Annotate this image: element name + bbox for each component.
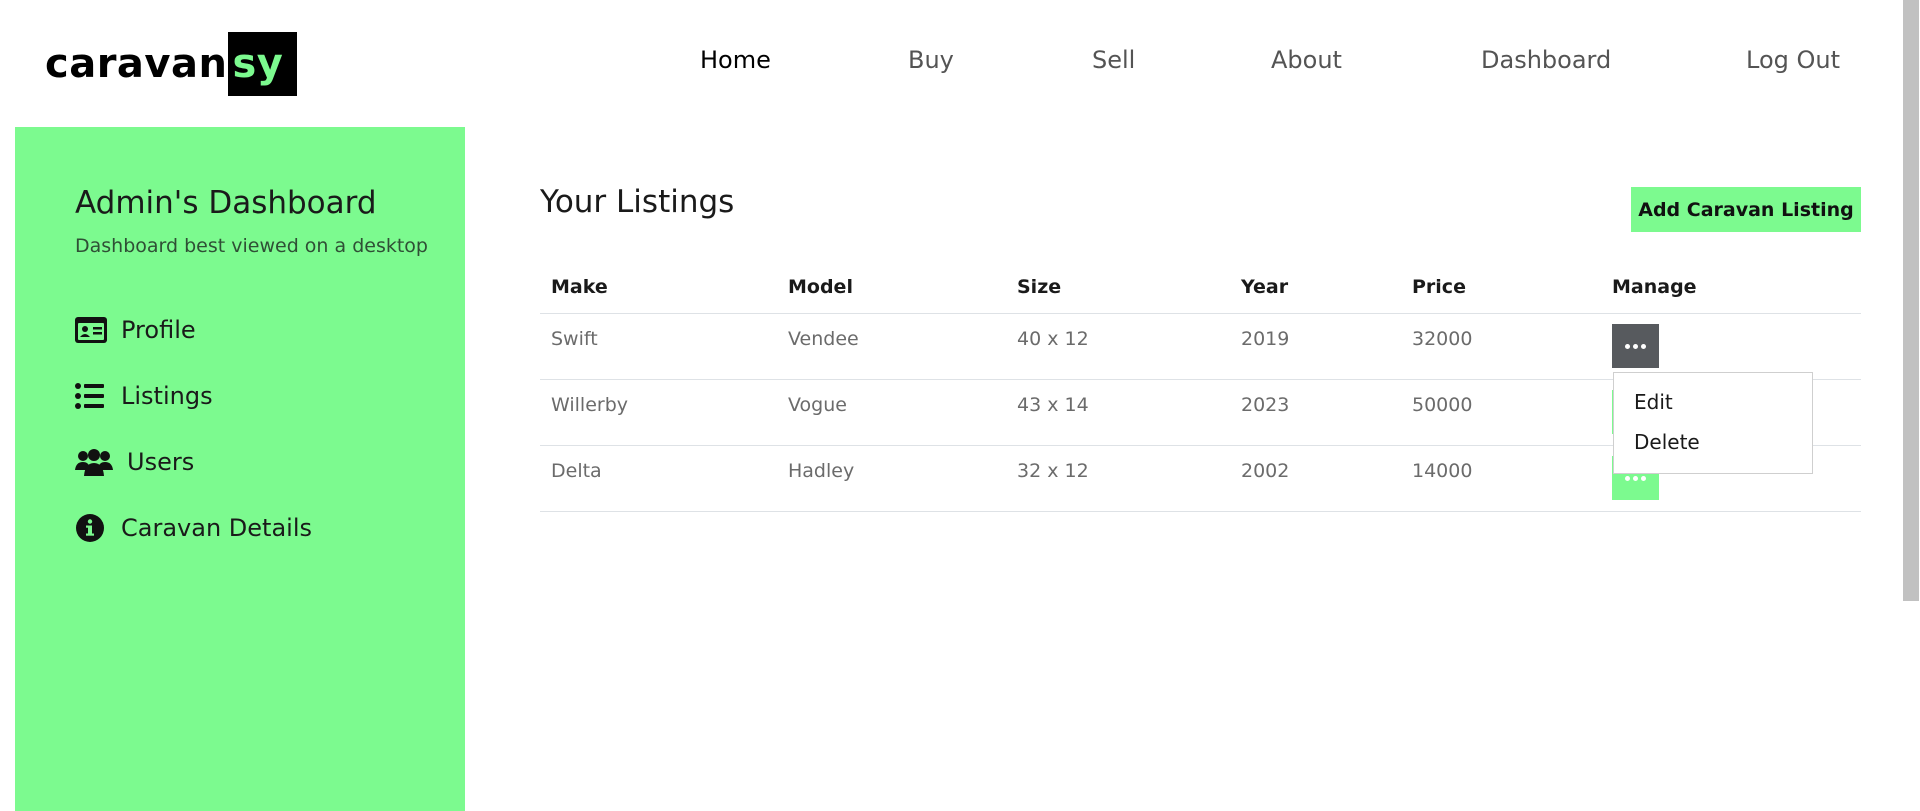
sidebar-item-label: Users xyxy=(127,448,195,476)
cell-price: 14000 xyxy=(1412,460,1473,482)
cell-size: 32 x 12 xyxy=(1017,460,1089,482)
column-header-model: Model xyxy=(788,276,853,298)
sidebar-item-listings[interactable]: Listings xyxy=(75,378,213,414)
info-circle-icon xyxy=(75,512,109,544)
cell-model: Hadley xyxy=(788,460,855,482)
cell-make: Willerby xyxy=(551,394,629,416)
cell-size: 40 x 12 xyxy=(1017,328,1089,350)
column-header-price: Price xyxy=(1412,276,1466,298)
dropdown-item-edit[interactable]: Edit xyxy=(1634,390,1673,414)
ellipsis-icon xyxy=(1625,475,1646,481)
sidebar-title: Admin's Dashboard xyxy=(75,185,377,221)
cell-year: 2019 xyxy=(1241,328,1290,350)
column-header-manage: Manage xyxy=(1612,276,1697,298)
column-header-year: Year xyxy=(1241,276,1289,298)
sidebar-subtitle: Dashboard best viewed on a desktop xyxy=(75,235,428,257)
table-header-row: Make Model Size Year Price Manage xyxy=(540,270,1861,314)
main-nav: Home Buy Sell About Dashboard Log Out xyxy=(0,40,1900,80)
manage-dropdown-menu: Edit Delete xyxy=(1613,372,1813,474)
sidebar-item-label: Profile xyxy=(121,316,196,344)
sidebar-item-users[interactable]: Users xyxy=(75,444,194,480)
sidebar-item-label: Listings xyxy=(121,382,213,410)
list-icon xyxy=(75,380,109,412)
sidebar: Admin's Dashboard Dashboard best viewed … xyxy=(15,127,465,811)
cell-year: 2002 xyxy=(1241,460,1290,482)
cell-year: 2023 xyxy=(1241,394,1290,416)
nav-dashboard[interactable]: Dashboard xyxy=(1481,40,1611,80)
id-card-icon xyxy=(75,314,109,346)
ellipsis-icon xyxy=(1625,343,1646,349)
nav-sell[interactable]: Sell xyxy=(1092,40,1135,80)
page-title: Your Listings xyxy=(540,184,735,220)
cell-price: 32000 xyxy=(1412,328,1473,350)
scrollbar-thumb[interactable] xyxy=(1903,0,1919,601)
cell-price: 50000 xyxy=(1412,394,1473,416)
nav-logout[interactable]: Log Out xyxy=(1746,40,1840,80)
table-row: Swift Vendee 40 x 12 2019 32000 xyxy=(540,314,1861,380)
cell-model: Vendee xyxy=(788,328,859,350)
add-caravan-listing-button[interactable]: Add Caravan Listing xyxy=(1631,187,1861,232)
header: caravan sy Home Buy Sell About Dashboard … xyxy=(0,0,1900,126)
sidebar-item-caravan-details[interactable]: Caravan Details xyxy=(75,510,312,546)
nav-buy[interactable]: Buy xyxy=(908,40,954,80)
column-header-size: Size xyxy=(1017,276,1062,298)
nav-home[interactable]: Home xyxy=(700,40,771,80)
cell-size: 43 x 14 xyxy=(1017,394,1089,416)
dropdown-item-delete[interactable]: Delete xyxy=(1634,430,1700,454)
cell-make: Swift xyxy=(551,328,598,350)
sidebar-item-profile[interactable]: Profile xyxy=(75,312,196,348)
cell-make: Delta xyxy=(551,460,602,482)
manage-button[interactable] xyxy=(1612,324,1659,368)
column-header-make: Make xyxy=(551,276,608,298)
cell-model: Vogue xyxy=(788,394,847,416)
users-icon xyxy=(75,446,115,478)
sidebar-item-label: Caravan Details xyxy=(121,514,312,542)
nav-about[interactable]: About xyxy=(1271,40,1342,80)
